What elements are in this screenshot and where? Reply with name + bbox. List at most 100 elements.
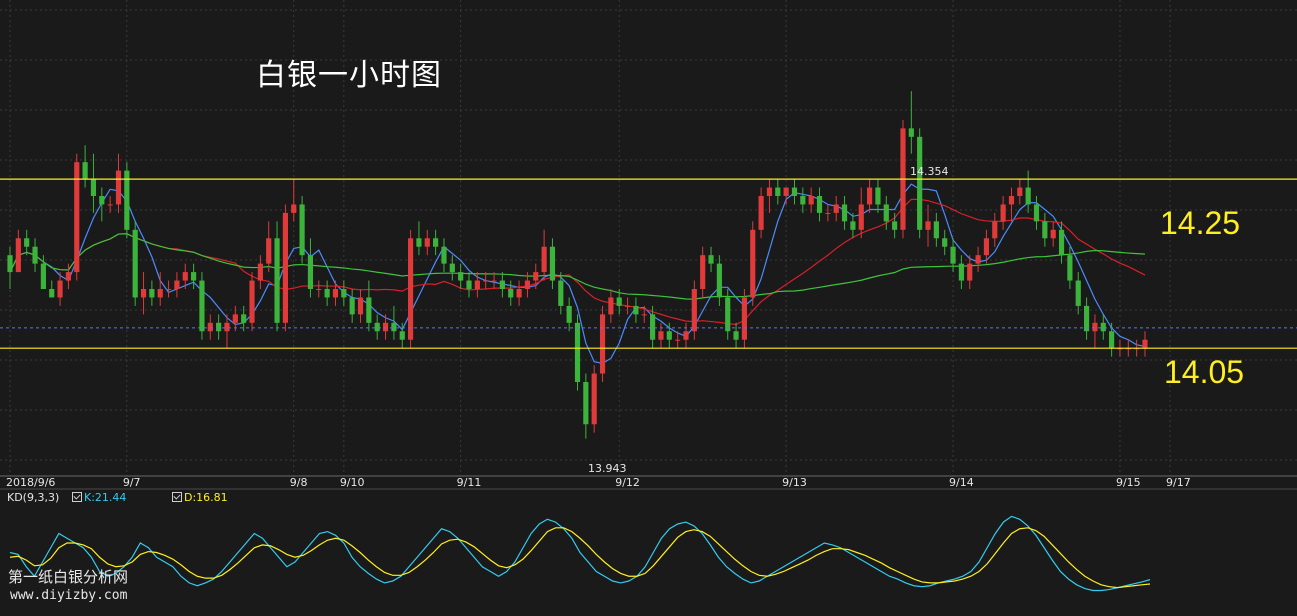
candle-body [7,255,13,273]
low-label: 13.943 [588,462,627,475]
candle-body [357,297,364,315]
candle-body [249,280,255,323]
x-tick-label: 9/14 [949,476,974,489]
candle-body [892,221,898,230]
background [0,0,1297,616]
candle-body [825,212,831,214]
candle-body [132,229,138,298]
candle-body [833,204,839,213]
candle-body [199,280,205,332]
candle-body [1142,339,1148,349]
grid [0,0,1297,616]
candle-body [15,238,21,273]
candle-body [750,229,756,298]
candle-body [24,238,30,247]
candle-body [416,238,422,247]
candle-body [191,272,197,281]
candle-body [933,221,939,239]
candle-body [1025,187,1031,205]
watermark-site-name: 第一纸白银分析网 [8,568,129,586]
candle-body [524,280,531,289]
candle-body [533,272,539,281]
candle-body [800,196,806,205]
x-tick-label: 9/7 [122,476,141,489]
candle-body [449,263,455,273]
candle-body [908,128,914,137]
candle-body [316,289,322,290]
candle-body [115,170,122,205]
candle-body [474,280,480,289]
candle-body [216,322,222,332]
candle-body [224,322,230,332]
candle-body [591,373,597,425]
candle-body [1058,229,1065,256]
candle-body [633,305,639,315]
candle-body [558,280,564,306]
candle-body [691,289,697,332]
candle-body [299,204,305,256]
candle-body [808,196,814,205]
candle-body [608,297,614,315]
watermark-url: www.diyizby.com [10,588,128,603]
candle-body [516,289,522,298]
chart-title: 白银一小时图 [256,58,442,93]
candle-body [758,196,764,230]
candle-body [291,204,297,213]
chart-canvas [0,0,1297,616]
kd-k-item[interactable]: K:21.44 [72,491,126,504]
candle-body [140,289,147,298]
candle-body [99,196,105,205]
candle-body [40,263,46,289]
candle-body [1000,204,1006,222]
candle-body [566,305,572,323]
candle-body [508,289,514,298]
candle-body [408,238,414,340]
candle-body [1092,322,1098,332]
candle-body [382,322,389,332]
candle-body [766,187,773,196]
k-checkbox-icon[interactable] [72,492,82,502]
candle-body [841,204,848,222]
d-checkbox-icon[interactable] [172,492,182,502]
candle-body [391,322,397,332]
candle-body [157,289,163,298]
candle-body [82,162,88,180]
x-tick-label: 9/8 [289,476,308,489]
candle-body [1075,280,1081,306]
candle-body [182,272,188,281]
candle-body [683,331,689,340]
x-tick-label: 9/11 [456,476,482,489]
candle-body [867,187,873,205]
candle-body [107,204,113,206]
candle-body [1109,331,1115,349]
candle-body [174,280,180,289]
candle-body [716,263,722,298]
kd-d-item[interactable]: D:16.81 [172,491,228,504]
candle-body [816,196,823,213]
candle-body [232,314,238,323]
candle-body [791,187,798,196]
candle-body [266,238,272,264]
candle-body [675,339,681,341]
candle-body [725,297,731,332]
candle-body [257,263,263,281]
candle-body [942,238,948,247]
candle-body [624,305,631,307]
candle-body [541,246,547,273]
candle-body [967,263,973,281]
x-tick-label: 2018/9/6 [6,476,56,489]
candle-body [1100,322,1106,332]
x-tick-label: 9/13 [782,476,807,489]
candle-body [1042,221,1048,239]
candle-body [783,187,789,196]
candle-body [641,314,647,316]
candle-body [49,289,55,298]
candle-body [775,187,781,196]
candle-body [616,297,622,306]
candle-body [32,246,38,264]
candle-body [282,212,288,323]
candle-body [1050,229,1056,239]
level-label-upper: 14.25 [1160,205,1241,241]
candle-body [1033,204,1040,222]
candle-body [466,280,472,289]
